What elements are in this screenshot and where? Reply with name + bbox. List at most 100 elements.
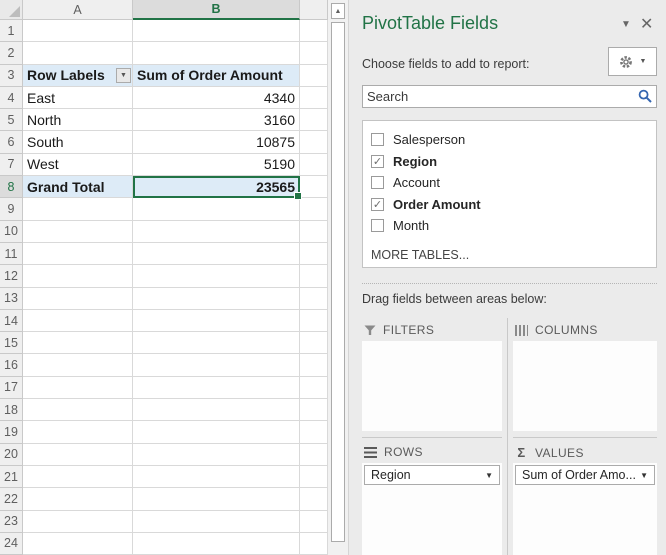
cell-A1[interactable]: [23, 20, 133, 42]
cell-A21[interactable]: [23, 466, 133, 488]
cell-A3[interactable]: Row Labels▼: [23, 65, 133, 87]
cell-B12[interactable]: [133, 265, 300, 287]
scrollbar-thumb[interactable]: [331, 22, 345, 542]
row-header-19[interactable]: 19: [0, 421, 23, 443]
cell-C21[interactable]: [300, 466, 328, 488]
rows-area-item-region[interactable]: Region▼: [364, 465, 500, 485]
cell-A15[interactable]: [23, 332, 133, 354]
cell-C22[interactable]: [300, 488, 328, 510]
cell-A10[interactable]: [23, 221, 133, 243]
cell-B9[interactable]: [133, 198, 300, 220]
cell-B6[interactable]: 10875: [133, 131, 300, 153]
row-header-7[interactable]: 7: [0, 154, 23, 176]
column-header-b[interactable]: B: [133, 0, 300, 20]
cell-C3[interactable]: [300, 65, 328, 87]
cell-B8[interactable]: 23565: [133, 176, 300, 198]
cell-B21[interactable]: [133, 466, 300, 488]
cell-B11[interactable]: [133, 243, 300, 265]
cell-A12[interactable]: [23, 265, 133, 287]
tools-gear-button[interactable]: ▼: [608, 47, 657, 76]
cell-C4[interactable]: [300, 87, 328, 109]
cell-B24[interactable]: [133, 533, 300, 555]
cell-A16[interactable]: [23, 354, 133, 376]
cell-B23[interactable]: [133, 511, 300, 533]
row-header-22[interactable]: 22: [0, 488, 23, 510]
cell-C24[interactable]: [300, 533, 328, 555]
row-header-20[interactable]: 20: [0, 444, 23, 466]
cell-B10[interactable]: [133, 221, 300, 243]
row-header-10[interactable]: 10: [0, 221, 23, 243]
column-header-a[interactable]: A: [23, 0, 133, 20]
filters-drop-zone[interactable]: [362, 341, 502, 431]
cell-A23[interactable]: [23, 511, 133, 533]
cell-C18[interactable]: [300, 399, 328, 421]
values-drop-zone[interactable]: Sum of Order Amo...▼: [513, 463, 657, 555]
cell-B5[interactable]: 3160: [133, 109, 300, 131]
cell-C1[interactable]: [300, 20, 328, 42]
cell-B13[interactable]: [133, 288, 300, 310]
field-checkbox-salesperson[interactable]: [371, 133, 384, 146]
cell-B4[interactable]: 4340: [133, 87, 300, 109]
column-header-partial[interactable]: [300, 0, 328, 20]
cell-C23[interactable]: [300, 511, 328, 533]
row-header-9[interactable]: 9: [0, 198, 23, 220]
row-header-17[interactable]: 17: [0, 377, 23, 399]
row-header-8[interactable]: 8: [0, 176, 23, 198]
row-header-1[interactable]: 1: [0, 20, 23, 42]
cell-B1[interactable]: [133, 20, 300, 42]
cell-B7[interactable]: 5190: [133, 154, 300, 176]
cell-B22[interactable]: [133, 488, 300, 510]
more-tables-link[interactable]: MORE TABLES...: [371, 248, 656, 262]
cell-C14[interactable]: [300, 310, 328, 332]
row-header-4[interactable]: 4: [0, 87, 23, 109]
cell-A14[interactable]: [23, 310, 133, 332]
cell-A18[interactable]: [23, 399, 133, 421]
cell-C8[interactable]: [300, 176, 328, 198]
pill-dropdown-icon[interactable]: ▼: [485, 471, 493, 480]
cell-A19[interactable]: [23, 421, 133, 443]
cell-B14[interactable]: [133, 310, 300, 332]
cell-B16[interactable]: [133, 354, 300, 376]
row-header-18[interactable]: 18: [0, 399, 23, 421]
cell-C16[interactable]: [300, 354, 328, 376]
pill-dropdown-icon[interactable]: ▼: [640, 471, 648, 480]
cell-C13[interactable]: [300, 288, 328, 310]
row-header-16[interactable]: 16: [0, 354, 23, 376]
cell-C2[interactable]: [300, 42, 328, 64]
row-header-13[interactable]: 13: [0, 288, 23, 310]
cell-B15[interactable]: [133, 332, 300, 354]
rows-drop-zone[interactable]: Region▼: [362, 463, 502, 555]
pane-options-chevron-icon[interactable]: ▼: [621, 19, 631, 30]
field-item-account[interactable]: Account: [371, 172, 656, 194]
cell-A7[interactable]: West: [23, 154, 133, 176]
field-item-salesperson[interactable]: Salesperson: [371, 129, 656, 151]
cell-A13[interactable]: [23, 288, 133, 310]
cell-A9[interactable]: [23, 198, 133, 220]
row-header-6[interactable]: 6: [0, 131, 23, 153]
field-checkbox-order-amount[interactable]: ✓: [371, 198, 384, 211]
cell-C17[interactable]: [300, 377, 328, 399]
cell-C11[interactable]: [300, 243, 328, 265]
scroll-up-button[interactable]: ▲: [331, 3, 345, 19]
cell-A22[interactable]: [23, 488, 133, 510]
row-header-5[interactable]: 5: [0, 109, 23, 131]
cell-B20[interactable]: [133, 444, 300, 466]
cell-C10[interactable]: [300, 221, 328, 243]
cell-C9[interactable]: [300, 198, 328, 220]
cell-C19[interactable]: [300, 421, 328, 443]
vertical-scrollbar[interactable]: ▲: [328, 0, 348, 555]
row-header-14[interactable]: 14: [0, 310, 23, 332]
cell-B19[interactable]: [133, 421, 300, 443]
cell-A17[interactable]: [23, 377, 133, 399]
cell-B3[interactable]: Sum of Order Amount: [133, 65, 300, 87]
cell-A4[interactable]: East: [23, 87, 133, 109]
cell-A6[interactable]: South: [23, 131, 133, 153]
cell-B2[interactable]: [133, 42, 300, 64]
cell-C12[interactable]: [300, 265, 328, 287]
cell-C20[interactable]: [300, 444, 328, 466]
fill-handle[interactable]: [294, 192, 302, 200]
cell-C6[interactable]: [300, 131, 328, 153]
row-header-12[interactable]: 12: [0, 265, 23, 287]
columns-drop-zone[interactable]: [513, 341, 657, 431]
field-checkbox-account[interactable]: [371, 176, 384, 189]
